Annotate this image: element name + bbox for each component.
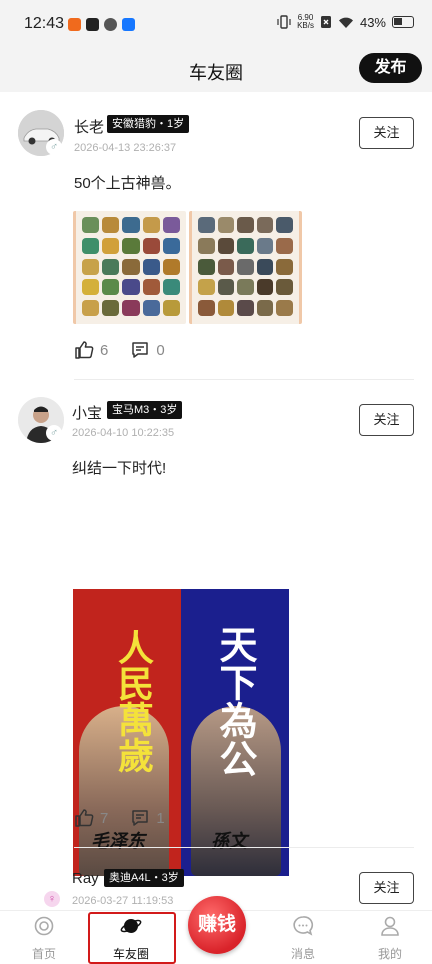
net-speed-unit: KB/s (297, 21, 314, 30)
battery-icon (392, 16, 414, 28)
female-icon: ♀ (44, 891, 60, 907)
net-speed: 6.90 KB/s (297, 14, 314, 30)
post-time: 2026-03-27 11:19:53 (72, 895, 174, 907)
status-bar: 12:43 6.90 KB/s 43% (0, 0, 432, 50)
car-tag: 奥迪A4L・3岁 (104, 869, 184, 887)
alipay-icon (122, 18, 135, 31)
app-notification-icon (86, 18, 99, 31)
message-icon (293, 916, 314, 936)
no-sim-icon (320, 16, 331, 28)
username[interactable]: Ray (72, 870, 99, 887)
post-item: ♀ Ray 奥迪A4L・3岁 2026-03-27 11:19:53 关注 (0, 92, 432, 910)
status-time: 12:43 (24, 15, 65, 32)
wifi-icon (338, 17, 353, 28)
vibrate-icon (277, 15, 291, 29)
battery-percent: 43% (359, 14, 386, 30)
earn-money-button[interactable]: 赚钱 (188, 896, 246, 954)
home-icon (34, 916, 54, 936)
app-notification-icon (104, 18, 117, 31)
status-right: 6.90 KB/s 43% (277, 14, 414, 30)
nav-label: 我的 (377, 947, 402, 961)
feed-list[interactable]: ♂ 长老 安徽猎豹・1岁 2026-04-13 23:26:37 关注 50个上… (0, 92, 432, 910)
nav-item-messages[interactable]: 消息 (263, 915, 343, 962)
planet-icon (120, 919, 142, 933)
nav-item-home[interactable]: 首页 (4, 915, 84, 962)
publish-button[interactable]: 发布 (359, 53, 422, 83)
earn-label: 赚钱 (197, 914, 236, 935)
nav-label: 消息 (290, 947, 315, 961)
nav-item-profile[interactable]: 我的 (350, 915, 430, 962)
notification-icons (68, 18, 135, 31)
app-notification-icon (68, 18, 81, 31)
nav-label: 车友圈 (112, 947, 149, 961)
nav-item-car-circle[interactable]: 车友圈 (91, 915, 171, 962)
header: 车友圈 发布 (0, 50, 432, 92)
nav-label: 首页 (31, 947, 56, 961)
follow-button[interactable]: 关注 (359, 872, 414, 904)
profile-icon (381, 916, 399, 936)
